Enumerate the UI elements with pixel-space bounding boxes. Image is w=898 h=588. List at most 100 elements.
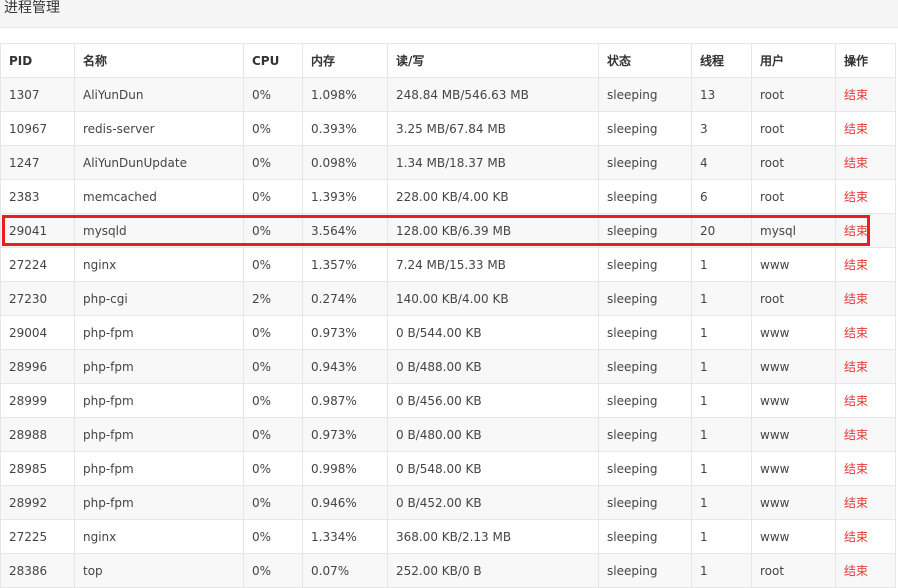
cell-cpu: 0% — [243, 349, 303, 384]
end-process-link[interactable]: 结束 — [844, 530, 868, 544]
cell-cpu: 0% — [243, 417, 303, 452]
cell-cpu: 0% — [243, 145, 303, 180]
cell-pid: 28988 — [0, 417, 75, 452]
header-read-write[interactable]: 读/写 — [387, 43, 599, 78]
cell-memory: 0.393% — [302, 111, 388, 146]
cell-read-write: 228.00 KB/4.00 KB — [387, 179, 599, 214]
table-row: 28985 php-fpm 0% 0.998% 0 B/548.00 KB sleepin… — [0, 451, 896, 486]
cell-read-write: 0 B/452.00 KB — [387, 485, 599, 520]
cell-threads: 1 — [691, 315, 752, 350]
table-header-row: PID 名称 CPU 内存 读/写 状态 线程 用户 操作 — [0, 43, 896, 78]
end-process-link[interactable]: 结束 — [844, 326, 868, 340]
cell-memory: 0.946% — [302, 485, 388, 520]
cell-user: www — [751, 383, 836, 418]
cell-threads: 1 — [691, 417, 752, 452]
cell-action: 结束 — [835, 485, 896, 520]
header-state[interactable]: 状态 — [598, 43, 692, 78]
cell-cpu: 0% — [243, 247, 303, 282]
cell-action: 结束 — [835, 519, 896, 554]
table-row: 1307 AliYunDun 0% 1.098% 248.84 MB/546.63 MB… — [0, 77, 896, 112]
end-process-link[interactable]: 结束 — [844, 292, 868, 306]
cell-state: sleeping — [598, 349, 692, 384]
cell-state: sleeping — [598, 213, 692, 248]
end-process-link[interactable]: 结束 — [844, 394, 868, 408]
cell-threads: 1 — [691, 349, 752, 384]
header-pid[interactable]: PID — [0, 43, 75, 78]
cell-read-write: 0 B/480.00 KB — [387, 417, 599, 452]
table-row: 27230 php-cgi 2% 0.274% 140.00 KB/4.00 KB sle… — [0, 281, 896, 316]
table-row: 28996 php-fpm 0% 0.943% 0 B/488.00 KB sleepin… — [0, 349, 896, 384]
header-threads[interactable]: 线程 — [691, 43, 752, 78]
cell-threads: 1 — [691, 281, 752, 316]
cell-memory: 0.998% — [302, 451, 388, 486]
cell-cpu: 0% — [243, 553, 303, 588]
cell-read-write: 0 B/488.00 KB — [387, 349, 599, 384]
cell-user: www — [751, 451, 836, 486]
header-cpu[interactable]: CPU — [243, 43, 303, 78]
cell-memory: 0.987% — [302, 383, 388, 418]
end-process-link[interactable]: 结束 — [844, 88, 868, 102]
cell-state: sleeping — [598, 485, 692, 520]
cell-state: sleeping — [598, 315, 692, 350]
cell-read-write: 0 B/544.00 KB — [387, 315, 599, 350]
cell-pid: 29004 — [0, 315, 75, 350]
process-table: PID 名称 CPU 内存 读/写 状态 线程 用户 操作 1307 AliYun… — [0, 43, 896, 588]
title-bar: 进程管理 — [0, 0, 898, 28]
cell-name: php-fpm — [74, 315, 244, 350]
end-process-link[interactable]: 结束 — [844, 564, 868, 578]
end-process-link[interactable]: 结束 — [844, 462, 868, 476]
cell-threads: 1 — [691, 383, 752, 418]
cell-memory: 3.564% — [302, 213, 388, 248]
cell-user: root — [751, 111, 836, 146]
cell-action: 结束 — [835, 417, 896, 452]
page-title: 进程管理 — [4, 0, 60, 16]
cell-cpu: 2% — [243, 281, 303, 316]
cell-action: 结束 — [835, 179, 896, 214]
end-process-link[interactable]: 结束 — [844, 360, 868, 374]
cell-state: sleeping — [598, 145, 692, 180]
cell-action: 结束 — [835, 145, 896, 180]
end-process-link[interactable]: 结束 — [844, 258, 868, 272]
header-name[interactable]: 名称 — [74, 43, 244, 78]
cell-state: sleeping — [598, 111, 692, 146]
cell-pid: 2383 — [0, 179, 75, 214]
end-process-link[interactable]: 结束 — [844, 190, 868, 204]
cell-pid: 28992 — [0, 485, 75, 520]
cell-read-write: 140.00 KB/4.00 KB — [387, 281, 599, 316]
cell-name: nginx — [74, 519, 244, 554]
table-row: 27225 nginx 0% 1.334% 368.00 KB/2.13 MB sleep… — [0, 519, 896, 554]
cell-name: redis-server — [74, 111, 244, 146]
cell-memory: 1.357% — [302, 247, 388, 282]
cell-cpu: 0% — [243, 179, 303, 214]
cell-threads: 1 — [691, 247, 752, 282]
end-process-link[interactable]: 结束 — [844, 428, 868, 442]
header-memory[interactable]: 内存 — [302, 43, 388, 78]
cell-read-write: 1.34 MB/18.37 MB — [387, 145, 599, 180]
cell-read-write: 248.84 MB/546.63 MB — [387, 77, 599, 112]
cell-memory: 0.274% — [302, 281, 388, 316]
cell-user: www — [751, 485, 836, 520]
cell-name: php-fpm — [74, 417, 244, 452]
cell-memory: 1.098% — [302, 77, 388, 112]
end-process-link[interactable]: 结束 — [844, 122, 868, 136]
cell-read-write: 7.24 MB/15.33 MB — [387, 247, 599, 282]
cell-threads: 6 — [691, 179, 752, 214]
cell-action: 结束 — [835, 247, 896, 282]
cell-user: root — [751, 553, 836, 588]
header-action: 操作 — [835, 43, 896, 78]
cell-threads: 4 — [691, 145, 752, 180]
cell-pid: 29041 — [0, 213, 75, 248]
end-process-link[interactable]: 结束 — [844, 496, 868, 510]
cell-name: php-fpm — [74, 485, 244, 520]
cell-state: sleeping — [598, 247, 692, 282]
cell-state: sleeping — [598, 179, 692, 214]
header-user[interactable]: 用户 — [751, 43, 836, 78]
end-process-link[interactable]: 结束 — [844, 156, 868, 170]
cell-cpu: 0% — [243, 485, 303, 520]
end-process-link[interactable]: 结束 — [844, 224, 868, 238]
cell-read-write: 3.25 MB/67.84 MB — [387, 111, 599, 146]
table-row: 29004 php-fpm 0% 0.973% 0 B/544.00 KB sleepin… — [0, 315, 896, 350]
cell-user: root — [751, 145, 836, 180]
cell-user: www — [751, 247, 836, 282]
cell-cpu: 0% — [243, 315, 303, 350]
